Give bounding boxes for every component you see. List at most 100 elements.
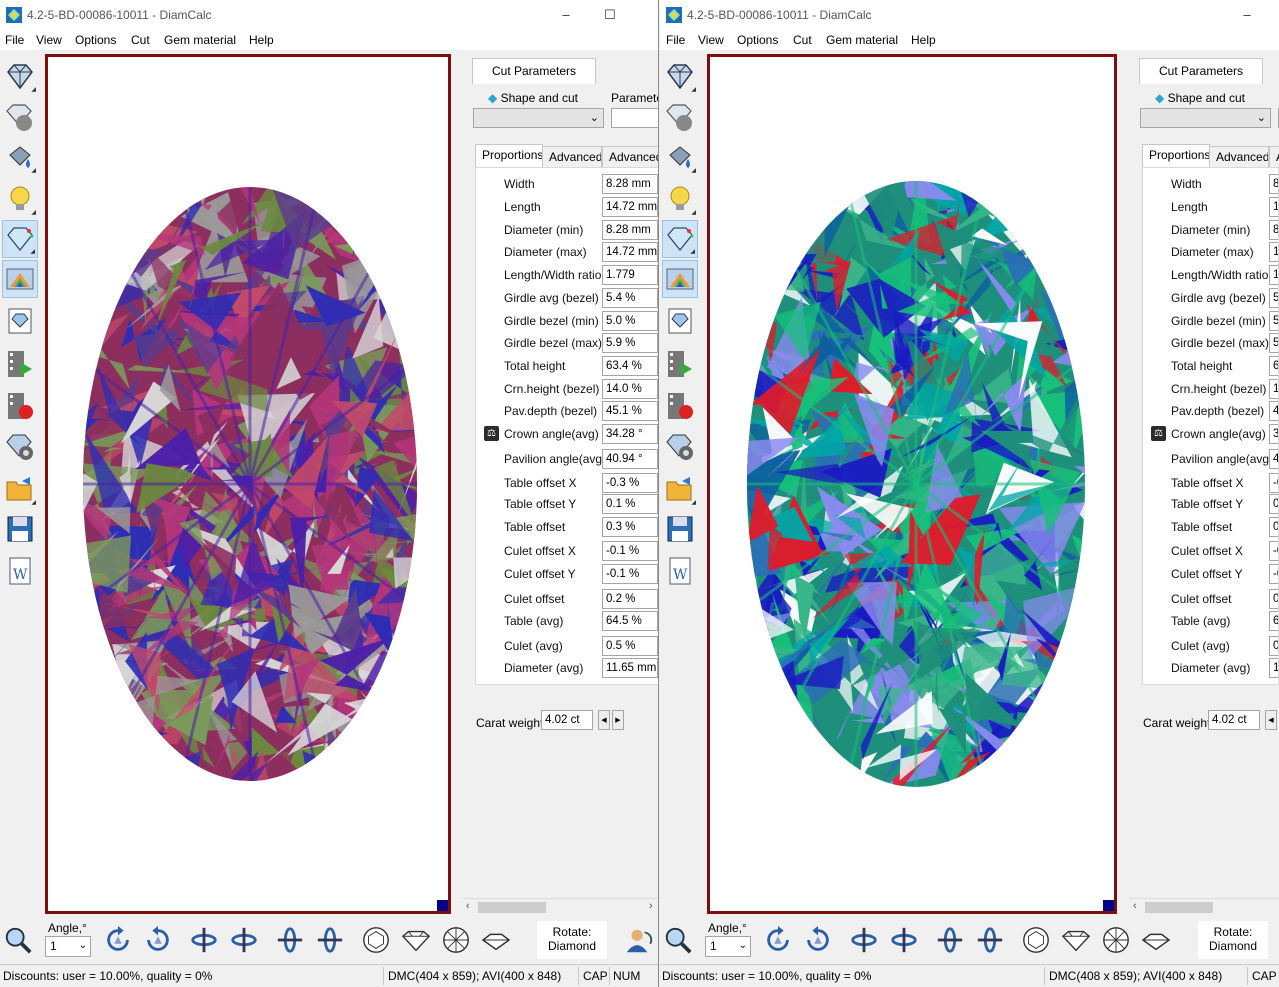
proportion-value-field[interactable]: 0.1 % [602, 494, 658, 514]
proportion-value-field[interactable]: 0.2 % [602, 589, 658, 609]
proportion-value-field[interactable]: 14.72 mm [602, 242, 658, 262]
bottom-view-button[interactable] [1098, 922, 1134, 958]
proportion-value-field[interactable]: 14.0 % [1269, 379, 1278, 399]
carat-decrease-button[interactable]: ◀ [598, 710, 610, 730]
proportion-value-field[interactable]: 0.3 % [1269, 517, 1278, 537]
proportion-value-field[interactable]: 5.0 % [1269, 311, 1278, 331]
parameters-field[interactable] [611, 108, 658, 128]
rotate-cw-button[interactable] [800, 922, 836, 958]
bottom-view-button[interactable] [438, 922, 474, 958]
proportion-value-field[interactable]: 64.5 % [1269, 611, 1278, 631]
top-view-button[interactable] [358, 922, 394, 958]
diamond-sphere-button[interactable] [2, 98, 38, 136]
proportion-value-field[interactable]: 5.9 % [602, 333, 658, 353]
proportion-value-field[interactable]: 1.779 [602, 265, 658, 285]
panel-horizontal-scrollbar[interactable]: ‹ › [462, 898, 658, 915]
spectrum-button[interactable] [2, 260, 38, 298]
proportion-value-field[interactable]: 14.0 % [602, 379, 658, 399]
scroll-left-arrow-icon[interactable]: ‹ [466, 900, 470, 912]
proportion-value-field[interactable]: 8.28 mm [1269, 174, 1278, 194]
proportion-value-field[interactable]: 40.94 ° [1269, 449, 1278, 469]
perspective-view-button[interactable] [478, 922, 514, 958]
paint-bucket-button[interactable]: ◢ [662, 138, 698, 176]
rotate-mode[interactable]: Rotate: Diamond [1198, 921, 1268, 959]
menu-file[interactable]: File [5, 33, 24, 47]
menu-gem-material[interactable]: Gem material [164, 33, 236, 47]
side-view-button[interactable] [1058, 922, 1094, 958]
proportion-value-field[interactable]: 14.72 mm [1269, 242, 1278, 262]
carat-increase-button[interactable]: ▶ [612, 710, 624, 730]
save-disk-button[interactable] [2, 510, 38, 548]
menu-view[interactable]: View [698, 33, 724, 47]
flip-horizontal-left-button[interactable] [846, 922, 882, 958]
diamond-gear-button[interactable] [2, 428, 38, 466]
top-view-button[interactable] [1018, 922, 1054, 958]
tab-proportions[interactable]: Proportions [475, 144, 543, 168]
gem-viewport[interactable] [707, 54, 1117, 914]
lock-icon[interactable]: ⚖ [484, 426, 499, 441]
proportion-value-field[interactable]: 40.94 ° [602, 449, 658, 469]
tab-advanced-2[interactable]: A [1269, 146, 1279, 168]
proportion-value-field[interactable]: 5.4 % [602, 288, 658, 308]
flip-vertical-up-button[interactable] [932, 922, 968, 958]
carat-weight-input[interactable]: 4.02 ct [1208, 710, 1260, 730]
proportion-value-field[interactable]: 1.779 [1269, 265, 1278, 285]
panel-horizontal-scrollbar[interactable]: ‹ [1129, 898, 1279, 915]
minimize-button[interactable]: – [551, 4, 581, 26]
menu-help[interactable]: Help [249, 33, 274, 47]
light-bulb-button[interactable]: ◢ [2, 180, 38, 218]
diamond-sphere-button[interactable] [662, 98, 698, 136]
open-folder-button[interactable]: ◢ [662, 470, 698, 508]
menu-options[interactable]: Options [737, 33, 778, 47]
proportion-value-field[interactable]: 34.28 ° [602, 424, 658, 444]
flip-vertical-up-button[interactable] [272, 922, 308, 958]
proportion-value-field[interactable]: 0.5 % [602, 636, 658, 656]
lock-icon[interactable]: ⚖ [1151, 426, 1166, 441]
proportion-value-field[interactable]: 45.1 % [1269, 401, 1278, 421]
photo-button[interactable] [662, 302, 698, 340]
menu-options[interactable]: Options [75, 33, 116, 47]
sparkle-diamond-button[interactable]: ◢ [662, 220, 698, 258]
perspective-view-button[interactable] [1138, 922, 1174, 958]
proportion-value-field[interactable]: 14.72 mm [602, 197, 658, 217]
video-record-button[interactable] [662, 387, 698, 425]
proportion-value-field[interactable]: -0.1 % [1269, 541, 1278, 561]
carat-decrease-button[interactable]: ◀ [1265, 710, 1277, 730]
menu-file[interactable]: File [666, 33, 685, 47]
proportion-value-field[interactable]: 0.5 % [1269, 636, 1278, 656]
spectrum-button[interactable] [662, 260, 698, 298]
proportion-value-field[interactable]: -0.1 % [1269, 564, 1278, 584]
rotate-cw-button[interactable] [140, 922, 176, 958]
menu-gem-material[interactable]: Gem material [826, 33, 898, 47]
video-play-button[interactable] [662, 345, 698, 383]
proportion-value-field[interactable]: 8.28 mm [602, 174, 658, 194]
rotate-mode[interactable]: Rotate: Diamond [537, 921, 607, 959]
zoom-button[interactable] [0, 922, 36, 958]
proportion-value-field[interactable]: 63.4 % [1269, 356, 1278, 376]
diamond-view-button[interactable]: ◢ [662, 57, 698, 95]
proportion-value-field[interactable]: 45.1 % [602, 401, 658, 421]
proportion-value-field[interactable]: 0.2 % [1269, 589, 1278, 609]
proportion-value-field[interactable]: -0.3 % [1269, 473, 1278, 493]
proportion-value-field[interactable]: 0.3 % [602, 517, 658, 537]
proportion-value-field[interactable]: -0.1 % [602, 541, 658, 561]
shape-and-cut-select[interactable]: ⌄ [473, 108, 604, 128]
proportion-value-field[interactable]: 8.28 mm [1269, 220, 1278, 240]
menu-view[interactable]: View [36, 33, 62, 47]
tab-cut-parameters[interactable]: Cut Parameters [472, 58, 596, 84]
paint-bucket-button[interactable]: ◢ [2, 138, 38, 176]
flip-horizontal-left-button[interactable] [186, 922, 222, 958]
diamond-view-button[interactable]: ◢ [2, 57, 38, 95]
proportion-value-field[interactable]: 11.65 mm [1269, 658, 1278, 678]
diamond-gear-button[interactable] [662, 428, 698, 466]
gem-viewport[interactable] [45, 54, 451, 914]
shape-and-cut-select[interactable]: ⌄ [1140, 108, 1271, 128]
flip-horizontal-right-button[interactable] [886, 922, 922, 958]
proportion-value-field[interactable]: -0.3 % [602, 473, 658, 493]
save-disk-button[interactable] [662, 510, 698, 548]
proportion-value-field[interactable]: 0.1 % [1269, 494, 1278, 514]
proportion-value-field[interactable]: -0.1 % [602, 564, 658, 584]
tab-advanced-1[interactable]: Advanced [542, 146, 602, 168]
user-rotate-button[interactable] [621, 922, 657, 958]
video-record-button[interactable] [2, 387, 38, 425]
